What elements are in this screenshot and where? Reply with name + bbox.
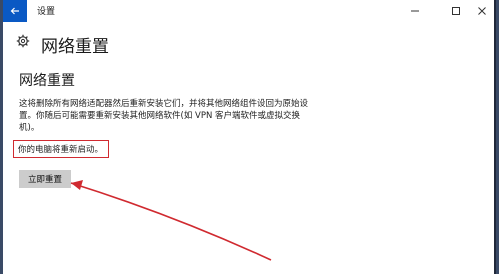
maximize-button[interactable] [443,0,469,22]
settings-window: 设置 网络重置 网络重置 这将删除所有网络适配器然后重新安装它们，并将其他网络组… [3,0,494,274]
maximize-icon [452,7,460,15]
back-button[interactable] [3,0,27,22]
page-header: 网络重置 [3,22,494,62]
section-title: 网络重置 [19,73,75,89]
page-title: 网络重置 [41,37,109,57]
reset-now-button[interactable]: 立即重置 [19,170,71,188]
gear-icon [16,34,30,48]
close-button[interactable] [469,0,495,22]
restart-notice: 你的电脑将重新启动。 [13,140,109,158]
title-bar: 设置 [3,0,494,22]
minimize-button[interactable] [402,0,428,22]
minimize-icon [411,10,419,12]
back-arrow-icon [10,7,19,15]
close-icon [478,7,486,15]
window-title: 设置 [37,7,56,17]
reset-description: 这将删除所有网络适配器然后重新安装它们，并将其他网络组件设回为原始设置。你随后可… [19,99,309,133]
